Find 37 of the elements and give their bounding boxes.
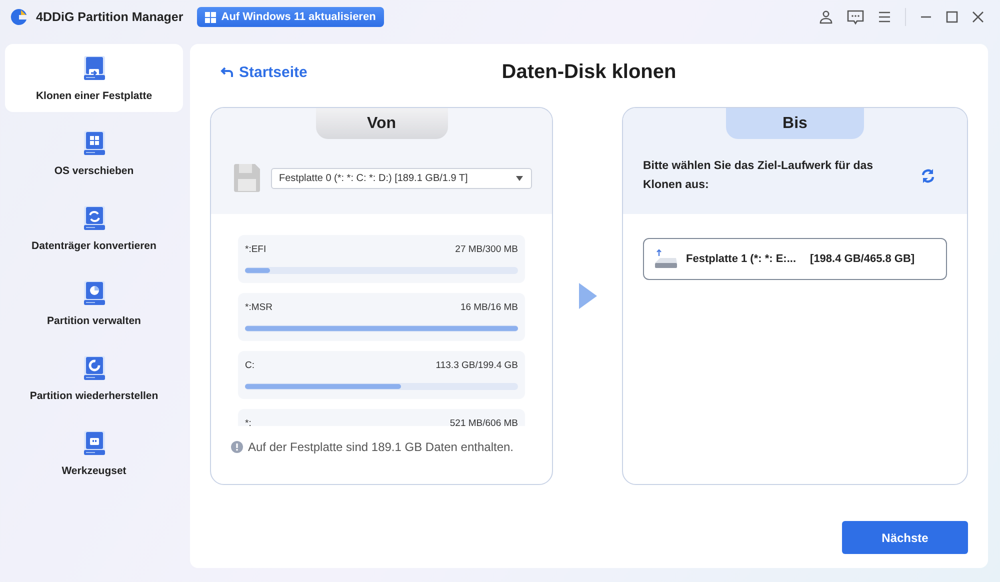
instruction-text: Bitte wählen Sie das Ziel-Laufwerk für das Klonen aus: xyxy=(643,159,874,193)
usb-drive-icon xyxy=(654,249,678,269)
partition-usage: 113.3 GB/199.4 GB xyxy=(436,360,518,371)
partition-name: *:EFI xyxy=(245,244,266,255)
partition-name: *:MSR xyxy=(245,302,272,313)
app-logo-icon xyxy=(10,8,28,26)
arrow-right-icon xyxy=(578,283,596,309)
disk-clone-icon xyxy=(82,54,106,80)
sidebar-item[interactable]: OS verschieben xyxy=(5,119,183,187)
refresh-icon[interactable] xyxy=(921,168,935,183)
back-link[interactable]: Startseite xyxy=(210,64,308,80)
sidebar-item[interactable]: Werkzeugset xyxy=(5,419,183,487)
partition-usage: 521 MB/606 MB xyxy=(450,418,518,426)
next-button[interactable]: Nächste xyxy=(842,521,968,554)
user-icon[interactable] xyxy=(819,10,833,24)
partition-name: C: xyxy=(245,360,254,371)
page-title: Daten-Disk klonen xyxy=(502,61,676,83)
app-title: 4DDiG Partition Manager xyxy=(36,10,184,24)
back-arrow-icon xyxy=(220,66,233,78)
partition-name: *: xyxy=(245,418,252,426)
close-icon[interactable] xyxy=(972,11,984,23)
sidebar-item[interactable]: Klonen einer Festplatte xyxy=(5,44,183,112)
partition-usage: 16 MB/16 MB xyxy=(460,302,518,313)
windows-icon xyxy=(205,12,216,22)
sidebar-item[interactable]: Partition verwalten xyxy=(5,269,183,337)
dropdown-caret-icon xyxy=(516,176,523,180)
upgrade-button[interactable]: Auf Windows 11 aktualisieren xyxy=(197,7,384,27)
info-icon xyxy=(231,441,243,453)
sidebar-item[interactable]: Datenträger konvertieren xyxy=(5,194,183,262)
menu-icon[interactable] xyxy=(878,11,891,23)
sidebar-item[interactable]: Partition wiederherstellen xyxy=(5,344,183,412)
maximize-icon[interactable] xyxy=(946,11,958,23)
disk-dropdown[interactable]: Festplatte 0 (*: *: C: *: D:) [189.1 GB/1.9 T] xyxy=(271,168,532,188)
chat-icon[interactable] xyxy=(847,10,864,24)
info-text: Auf der Festplatte sind 189.1 GB Daten enthalten. xyxy=(248,440,514,454)
partition-usage: 27 MB/300 MB xyxy=(455,244,518,255)
disk-option[interactable]: Festplatte 1 (*: *: E:... [198.4 GB/465.8 GB] xyxy=(643,238,947,280)
